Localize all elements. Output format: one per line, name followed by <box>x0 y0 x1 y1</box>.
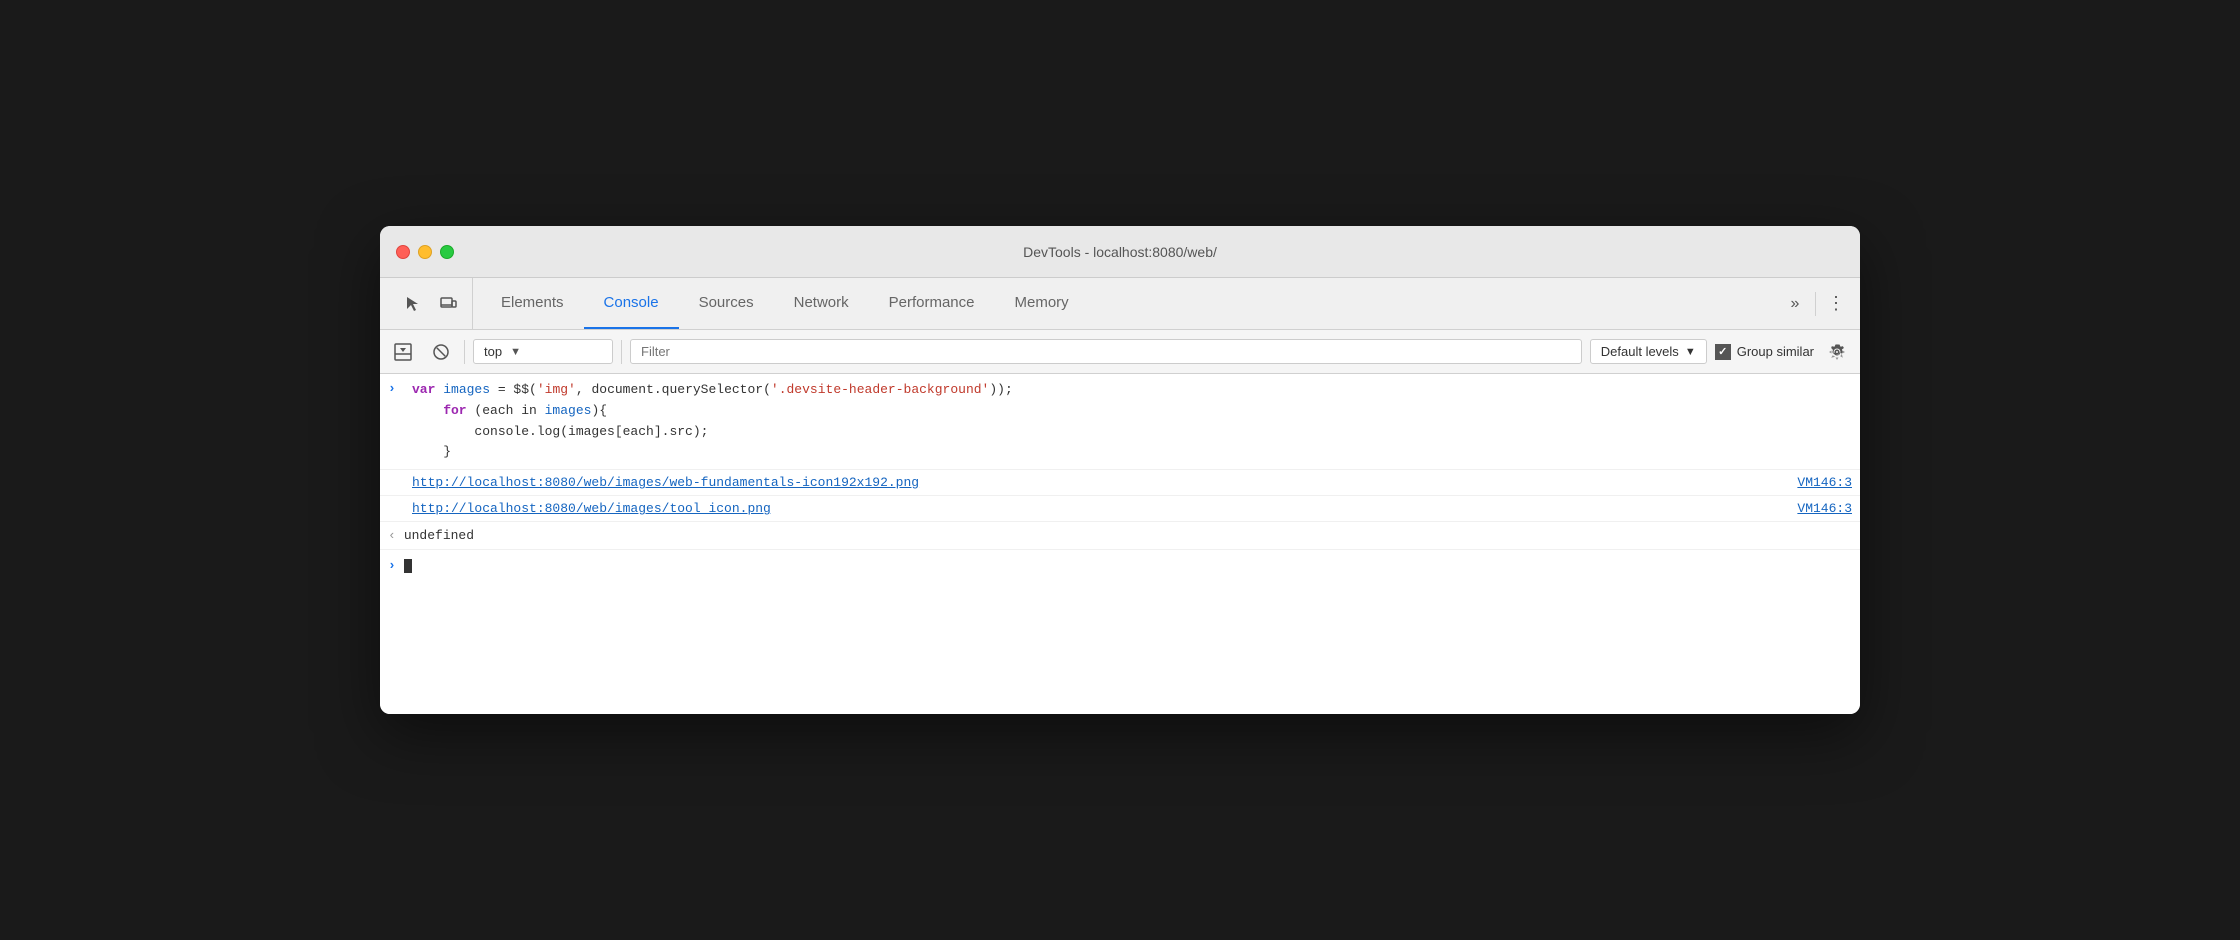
close-button[interactable] <box>396 245 410 259</box>
devtools-menu-button[interactable]: ⋮ <box>1820 288 1852 320</box>
console-output-link-1: http://localhost:8080/web/images/web-fun… <box>380 470 1860 496</box>
console-input-arrow: › <box>388 381 404 396</box>
console-toolbar: top ▼ Default levels ▼ ✓ Group similar <box>380 330 1860 374</box>
devtools-window: DevTools - localhost:8080/web/ Elements … <box>380 226 1860 714</box>
console-link-url-2[interactable]: http://localhost:8080/web/images/tool_ic… <box>412 501 1781 516</box>
traffic-lights <box>396 245 454 259</box>
device-toolbar-icon[interactable] <box>432 288 464 320</box>
log-levels-button[interactable]: Default levels ▼ <box>1590 339 1707 364</box>
console-source-1[interactable]: VM146:3 <box>1797 475 1852 490</box>
toolbar-divider-2 <box>621 340 622 364</box>
console-settings-button[interactable] <box>1822 337 1852 367</box>
minimize-button[interactable] <box>418 245 432 259</box>
tabbar: Elements Console Sources Network Perform… <box>380 278 1860 330</box>
console-undefined-entry: ‹ undefined <box>380 522 1860 550</box>
context-selector[interactable]: top ▼ <box>473 339 613 364</box>
console-cursor <box>404 559 412 573</box>
console-link-url-1[interactable]: http://localhost:8080/web/images/web-fun… <box>412 475 1781 490</box>
console-prompt[interactable]: › <box>380 550 1860 581</box>
tab-elements[interactable]: Elements <box>481 278 584 329</box>
code-line-2: for (each in images){ <box>412 401 1852 422</box>
tab-performance[interactable]: Performance <box>869 278 995 329</box>
group-similar-toggle[interactable]: ✓ Group similar <box>1715 344 1814 360</box>
console-output-arrow: ‹ <box>388 528 396 543</box>
tabbar-end: » ⋮ <box>1779 278 1852 329</box>
titlebar: DevTools - localhost:8080/web/ <box>380 226 1860 278</box>
console-prompt-arrow: › <box>388 558 396 573</box>
tabbar-divider <box>1815 292 1816 316</box>
tab-network[interactable]: Network <box>774 278 869 329</box>
clear-console-button[interactable] <box>426 337 456 367</box>
window-title: DevTools - localhost:8080/web/ <box>1023 244 1217 260</box>
select-element-icon[interactable] <box>396 288 428 320</box>
more-tabs-button[interactable]: » <box>1779 288 1811 320</box>
group-similar-checkbox[interactable]: ✓ <box>1715 344 1731 360</box>
tab-console[interactable]: Console <box>584 278 679 329</box>
code-line-3: console.log(images[each].src); <box>412 422 1852 443</box>
console-code-block: var images = $$('img', document.querySel… <box>412 380 1852 463</box>
tab-memory[interactable]: Memory <box>995 278 1089 329</box>
code-line-4: } <box>412 442 1852 463</box>
console-content: › var images = $$('img', document.queryS… <box>380 374 1860 714</box>
levels-arrow: ▼ <box>1685 346 1696 358</box>
console-output-link-2: http://localhost:8080/web/images/tool_ic… <box>380 496 1860 522</box>
filter-input[interactable] <box>630 339 1582 364</box>
maximize-button[interactable] <box>440 245 454 259</box>
toolbar-divider-1 <box>464 340 465 364</box>
console-entry-input: › var images = $$('img', document.queryS… <box>380 374 1860 470</box>
console-undefined-value: undefined <box>404 528 474 543</box>
context-selector-arrow: ▼ <box>510 346 521 358</box>
code-line-1: var images = $$('img', document.querySel… <box>412 380 1852 401</box>
console-source-2[interactable]: VM146:3 <box>1797 501 1852 516</box>
show-console-drawer-button[interactable] <box>388 337 418 367</box>
tab-sources[interactable]: Sources <box>679 278 774 329</box>
devtools-icons <box>388 278 473 329</box>
